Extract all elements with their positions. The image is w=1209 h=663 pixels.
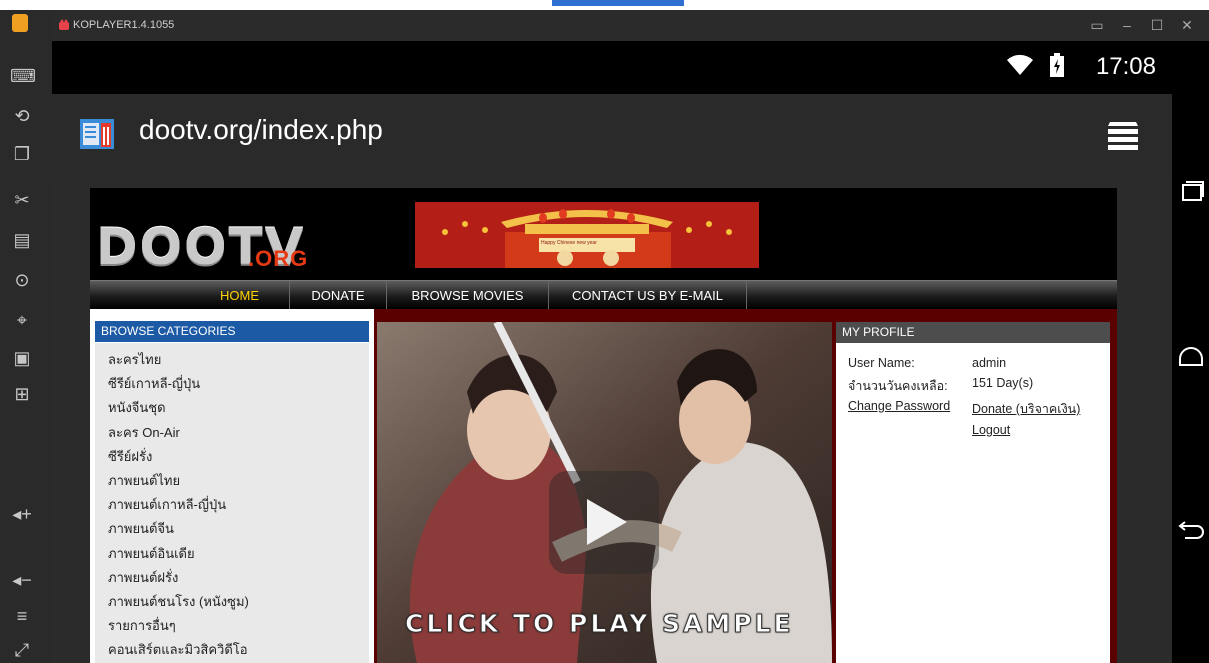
category-item[interactable]: ซีรีย์เกาหลี-ญี่ปุ่น [95,372,369,396]
wifi-icon [1007,54,1033,75]
change-password-link[interactable]: Change Password [848,399,950,413]
restore-button[interactable]: ▭ [1088,16,1106,34]
volume-up-icon[interactable]: ◂+ [10,502,34,526]
browse-categories-panel: BROWSE CATEGORIES ละครไทย ซีรีย์เกาหลี-ญ… [90,309,374,663]
play-icon [587,499,627,545]
username-value: admin [972,356,1007,370]
logout-link[interactable]: Logout [972,423,1010,437]
category-item[interactable]: ภาพยนต์ชนโรง (หนังซูม) [95,590,369,614]
sample-video[interactable]: CLICK TO PLAY SAMPLE [377,322,832,663]
category-item[interactable]: ซีรีย์ฝรั่ง [95,445,369,469]
banner-text: Happy Chinese new year [541,240,597,246]
screenshot-icon[interactable]: ❐ [10,142,34,166]
category-item[interactable]: คอนเสิร์ตและมิวสิควิดีโอ [95,638,369,662]
nav-contact[interactable]: CONTACT US BY E-MAIL [549,281,747,310]
banner-graphic [415,202,759,268]
gps-icon[interactable]: ⌖ [10,308,34,332]
status-time: 17:08 [1095,53,1156,80]
browser-address-bar: dootv.org/index.php [52,94,1172,178]
category-item[interactable]: รายการอื่นๆ [95,614,369,638]
nav-browse-movies[interactable]: BROWSE MOVIES [387,281,549,310]
nav-home[interactable]: HOME [90,281,290,310]
keyboard-icon[interactable]: ⌨ [10,64,36,88]
app-icon [59,19,69,30]
days-remaining-label: จำนวนวันคงเหลือ: [848,379,948,393]
android-nav-bar [1172,41,1209,663]
new-year-banner[interactable]: Happy Chinese new year [415,202,759,268]
category-item[interactable]: ภาพยนต์ไทย [95,469,369,493]
nav-donate[interactable]: DONATE [290,281,387,310]
koplayer-logo-icon [12,14,28,32]
my-profile-panel: MY PROFILE User Name: admin จำนวนวันคงเห… [836,322,1110,663]
category-item[interactable]: ภาพยนต์ฝรั่ง [95,566,369,590]
folder-icon[interactable]: ▤ [10,228,34,252]
emulator-title: KOPLAYER1.4.1055 [73,19,175,31]
home-icon[interactable] [1177,343,1205,371]
site-logo-suffix: .ORG [248,246,309,271]
click-to-play-label: CLICK TO PLAY SAMPLE [405,609,794,639]
category-item[interactable]: ละครไทย [95,348,369,372]
emulator-window: ⌨ ⟲ ❐ ✂ ▤ ⊙ ⌖ ▣ ⊞ ◂+ ◂− ≡ ⤢ KOPLAYER1.4.… [0,0,1209,663]
emulator-title-bar: KOPLAYER1.4.1055 ▭ – ☐ ✕ [52,10,1209,41]
category-item[interactable]: ภาพยนต์อินเดีย [95,542,369,566]
web-view: DOOTV .ORG Happy Chinese new year HOME D… [52,178,1172,663]
fullscreen-icon[interactable]: ⤢ [10,638,34,662]
categories-header: BROWSE CATEGORIES [95,321,369,342]
site-favicon-icon [80,119,114,149]
camera-icon[interactable]: ▣ [10,346,34,370]
profile-header: MY PROFILE [836,322,1110,343]
username-label: User Name: [848,356,915,370]
battery-icon [1050,53,1064,77]
category-item[interactable]: หนังจีนชุด [95,396,369,420]
site-header: DOOTV .ORG Happy Chinese new year [90,188,1117,280]
emulator-left-toolbar: ⌨ ⟲ ❐ ✂ ▤ ⊙ ⌖ ▣ ⊞ ◂+ ◂− ≡ ⤢ [0,10,52,663]
apk-icon[interactable]: ⊞ [10,382,34,406]
recent-apps-icon[interactable] [1177,178,1205,206]
minimize-button[interactable]: – [1118,16,1136,34]
menu-icon[interactable] [1104,116,1142,154]
days-remaining-value: 151 Day(s) [972,376,1034,390]
menu-icon[interactable]: ≡ [10,604,34,628]
categories-list: ละครไทย ซีรีย์เกาหลี-ญี่ปุ่น หนังจีนชุด … [95,343,369,663]
location-icon[interactable]: ⊙ [10,268,34,292]
play-button[interactable] [549,471,659,574]
url-text[interactable]: dootv.org/index.php [139,114,383,146]
category-item[interactable]: ภาพยนต์จีน [95,517,369,541]
dootv-site: DOOTV .ORG Happy Chinese new year HOME D… [90,188,1117,663]
cut-icon[interactable]: ✂ [10,188,34,212]
shake-icon[interactable]: ⟲ [10,104,34,128]
close-button[interactable]: ✕ [1178,16,1196,34]
maximize-button[interactable]: ☐ [1148,16,1166,34]
volume-down-icon[interactable]: ◂− [10,568,34,592]
android-status-bar: 17:08 [52,41,1172,94]
back-icon[interactable] [1177,514,1205,542]
top-strip-highlight [552,0,684,6]
donate-link[interactable]: Donate (บริจาคเงิน) [972,399,1080,419]
category-item[interactable]: ละคร On-Air [95,421,369,445]
category-item[interactable]: ภาพยนต์เกาหลี-ญี่ปุ่น [95,493,369,517]
top-strip [0,0,1209,10]
site-content: BROWSE CATEGORIES ละครไทย ซีรีย์เกาหลี-ญ… [90,309,1117,663]
site-nav: HOME DONATE BROWSE MOVIES CONTACT US BY … [90,280,1117,310]
